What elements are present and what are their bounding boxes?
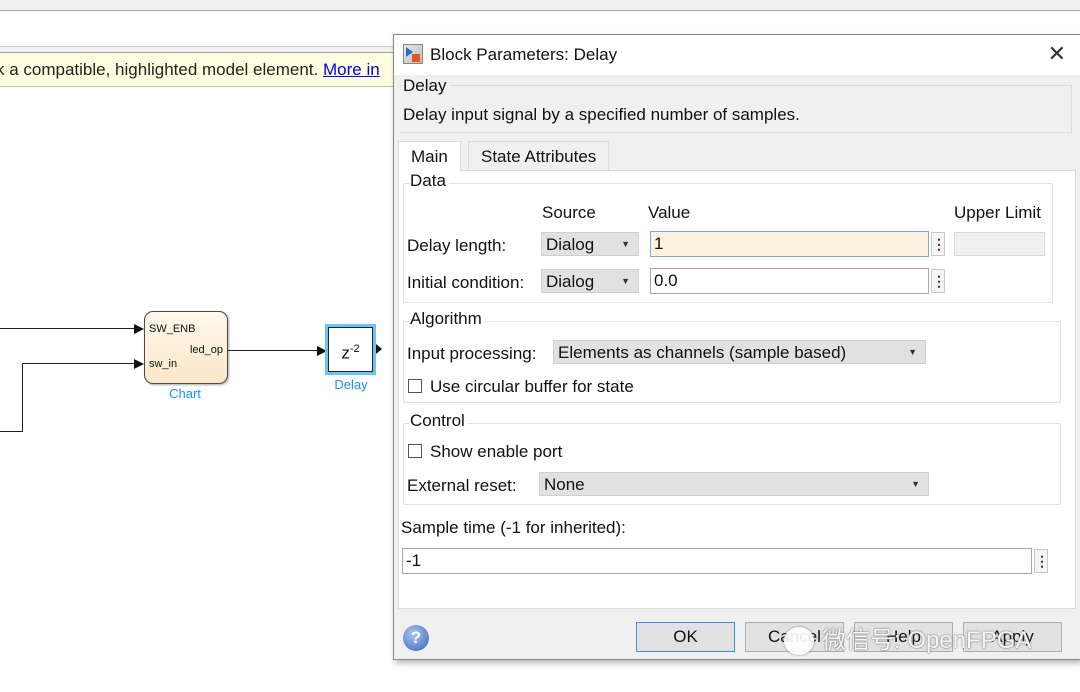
value-header: Value [648, 203, 691, 222]
initial-condition-input[interactable]: 0.0 [650, 268, 929, 294]
chart-block-label[interactable]: Chart [155, 386, 215, 401]
delay-length-input[interactable]: 1 [650, 231, 929, 257]
upper-limit-input [954, 232, 1045, 256]
chart-input-sw-enb: SW_ENB [149, 323, 196, 335]
chart-input-sw-in: sw_in [149, 358, 178, 370]
arrowhead-sw-enb [134, 324, 144, 334]
more-info-link[interactable]: More in [323, 60, 380, 79]
initial-condition-more-icon[interactable]: ⋮ [931, 269, 946, 293]
block-parameters-dialog: Block Parameters: Delay ✕ Delay Delay in… [393, 34, 1080, 660]
dialog-title: Block Parameters: Delay [430, 45, 618, 64]
sample-time-more-icon[interactable]: ⋮ [1034, 549, 1049, 573]
block-name-heading: Delay [403, 76, 451, 96]
block-description-group: Delay Delay input signal by a specified … [400, 76, 1072, 133]
chevron-down-icon: ▼ [911, 479, 920, 489]
delay-block[interactable]: z-2 [328, 327, 373, 372]
block-description: Delay input signal by a specified number… [403, 105, 800, 124]
watermark: 微信号: OpenFPGA [822, 627, 1032, 654]
external-reset-dropdown[interactable]: None ▼ [539, 472, 929, 496]
signal-line-sw-enb[interactable] [0, 328, 136, 330]
upper-limit-header: Upper Limit [954, 203, 1041, 222]
delay-exponent: -2 [349, 343, 360, 355]
top-toolbar-edge [0, 0, 1080, 11]
wechat-icon [784, 627, 814, 655]
input-processing-label: Input processing: [407, 344, 537, 363]
delay-length-more-icon[interactable]: ⋮ [931, 232, 946, 256]
chart-block[interactable]: SW_ENB led_op sw_in [144, 311, 228, 384]
circular-buffer-checkbox[interactable] [408, 379, 422, 393]
data-group-title: Data [410, 171, 449, 191]
chevron-down-icon: ▼ [908, 347, 917, 357]
close-icon[interactable]: ✕ [1048, 41, 1066, 67]
initial-condition-source-dropdown[interactable]: Dialog ▼ [541, 269, 639, 293]
tab-state-attributes[interactable]: State Attributes [468, 141, 610, 171]
signal-line-sw-in-vertical[interactable] [22, 363, 24, 432]
arrowhead-sw-in [134, 359, 144, 369]
sample-time-label: Sample time (-1 for inherited): [401, 518, 626, 537]
delay-block-label[interactable]: Delay [321, 377, 381, 392]
signal-line-sw-in-horizontal[interactable] [22, 363, 136, 365]
main-tab-panel: Data Source Value Upper Limit Delay leng… [398, 170, 1076, 609]
sample-time-input[interactable]: -1 [402, 548, 1032, 574]
delay-length-label: Delay length: [407, 236, 507, 255]
input-processing-dropdown[interactable]: Elements as channels (sample based) ▼ [553, 340, 926, 364]
control-group: Control Show enable port External reset:… [403, 411, 1061, 505]
delay-length-source-dropdown[interactable]: Dialog ▼ [541, 232, 639, 256]
signal-line-led-op[interactable] [227, 350, 319, 352]
initial-condition-label: Initial condition: [407, 273, 525, 292]
delay-output-port[interactable] [376, 344, 382, 354]
control-group-title: Control [410, 411, 468, 431]
source-header: Source [542, 203, 596, 222]
chevron-down-icon: ▼ [621, 239, 630, 249]
chart-output-led-op: led_op [189, 344, 223, 356]
algorithm-group: Algorithm Input processing: Elements as … [403, 309, 1061, 403]
external-reset-label: External reset: [407, 476, 517, 495]
dialog-titlebar[interactable]: Block Parameters: Delay ✕ [394, 35, 1080, 75]
enable-port-label[interactable]: Show enable port [430, 442, 562, 462]
help-icon[interactable]: ? [403, 625, 429, 651]
chevron-down-icon: ▼ [621, 276, 630, 286]
simulink-block-icon [403, 44, 423, 64]
data-group: Data Source Value Upper Limit Delay leng… [403, 171, 1053, 303]
circular-buffer-label[interactable]: Use circular buffer for state [430, 377, 634, 397]
algorithm-group-title: Algorithm [410, 309, 485, 329]
notification-message: k a compatible, highlighted model elemen… [0, 60, 319, 79]
delay-base: z [341, 343, 350, 363]
tab-main[interactable]: Main [398, 141, 461, 172]
ok-button[interactable]: OK [636, 622, 735, 652]
enable-port-checkbox[interactable] [408, 444, 422, 458]
signal-line-sw-in-lower[interactable] [0, 431, 23, 433]
